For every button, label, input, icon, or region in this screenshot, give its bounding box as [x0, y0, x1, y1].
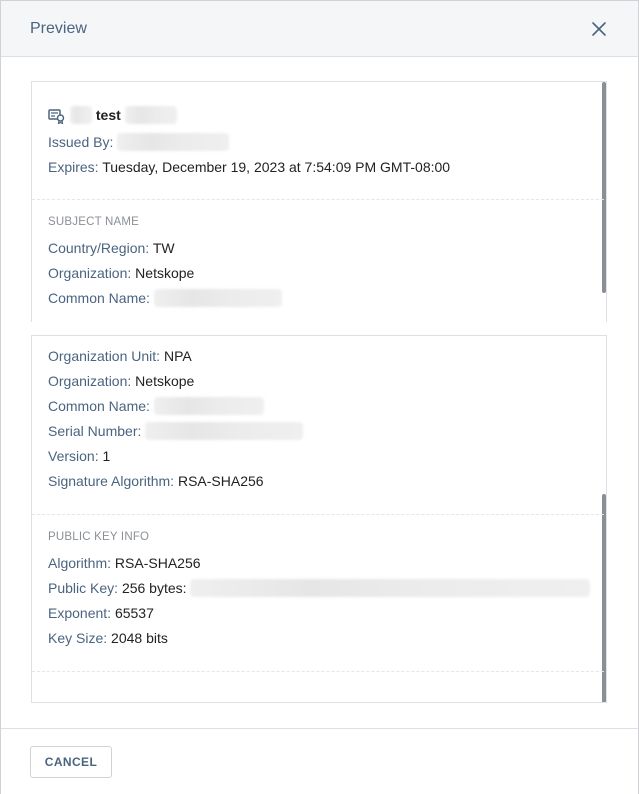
- key-size-label: Key Size:: [48, 630, 108, 646]
- organization-value: Netskope: [135, 265, 195, 281]
- issued-by-row: Issued By:: [48, 133, 230, 151]
- certificate-name-row: test: [70, 106, 177, 124]
- public-key-label: Public Key:: [48, 580, 119, 596]
- scrollbar[interactable]: [602, 336, 606, 702]
- algorithm-row: Algorithm: RSA-SHA256: [48, 554, 201, 572]
- common-name-label: Common Name:: [48, 398, 150, 414]
- public-key-row: Public Key: 256 bytes:: [48, 579, 591, 597]
- scrollbar[interactable]: [602, 82, 606, 322]
- common-name-row: Common Name:: [48, 289, 282, 307]
- issuer-common-name-row: Common Name:: [48, 397, 264, 415]
- close-icon[interactable]: [589, 19, 609, 39]
- org-unit-value: NPA: [163, 348, 192, 364]
- common-name-label: Common Name:: [48, 290, 150, 306]
- dialog-header: Preview: [1, 1, 638, 57]
- section-divider: [32, 514, 604, 515]
- certificate-summary-panel: test Issued By: Expires: Tuesday, Decemb…: [31, 81, 607, 322]
- organization-label: Organization:: [48, 373, 132, 389]
- expires-value: Tuesday, December 19, 2023 at 7:54:09 PM…: [102, 159, 451, 175]
- organization-label: Organization:: [48, 265, 132, 281]
- redacted-text: [190, 579, 591, 597]
- public-key-info-title: PUBLIC KEY INFO: [48, 531, 150, 543]
- key-size-row: Key Size: 2048 bits: [48, 629, 168, 647]
- public-key-value: 256 bytes:: [121, 580, 187, 596]
- version-row: Version: 1: [48, 447, 110, 465]
- redacted-text: [153, 289, 282, 307]
- organization-row: Organization: Netskope: [48, 264, 194, 282]
- org-unit-row: Organization Unit: NPA: [48, 347, 192, 365]
- exponent-label: Exponent:: [48, 605, 112, 621]
- redacted-text: [124, 106, 177, 124]
- exponent-row: Exponent: 65537: [48, 604, 154, 622]
- country-row: Country/Region: TW: [48, 239, 175, 257]
- section-divider: [32, 199, 604, 200]
- scrollbar-thumb[interactable]: [602, 82, 606, 293]
- exponent-value: 65537: [114, 605, 154, 621]
- version-value: 1: [102, 448, 111, 464]
- certificate-details-panel: Organization Unit: NPA Organization: Net…: [31, 335, 607, 703]
- signature-algorithm-value: RSA-SHA256: [177, 473, 264, 489]
- key-size-value: 2048 bits: [111, 630, 168, 646]
- redacted-text: [117, 133, 230, 151]
- signature-algorithm-row: Signature Algorithm: RSA-SHA256: [48, 472, 264, 490]
- certificate-name: test: [95, 107, 121, 123]
- certificate-icon: [48, 108, 66, 125]
- version-label: Version:: [48, 448, 99, 464]
- org-unit-label: Organization Unit:: [48, 348, 161, 364]
- issued-by-label: Issued By:: [48, 134, 114, 150]
- redacted-text: [70, 106, 92, 124]
- cancel-button[interactable]: CANCEL: [30, 746, 112, 778]
- organization-value: Netskope: [135, 373, 195, 389]
- subject-name-title: SUBJECT NAME: [48, 216, 140, 228]
- dialog-footer: CANCEL: [1, 728, 638, 794]
- signature-algorithm-label: Signature Algorithm:: [48, 473, 175, 489]
- algorithm-label: Algorithm:: [48, 555, 112, 571]
- issuer-organization-row: Organization: Netskope: [48, 372, 194, 390]
- country-label: Country/Region:: [48, 240, 150, 256]
- preview-dialog: Preview test Issued By: Expires: Tuesday…: [0, 0, 639, 794]
- country-value: TW: [152, 240, 175, 256]
- expires-row: Expires: Tuesday, December 19, 2023 at 7…: [48, 158, 450, 176]
- redacted-text: [145, 422, 304, 440]
- serial-number-row: Serial Number:: [48, 422, 304, 440]
- section-divider: [32, 671, 604, 672]
- serial-number-label: Serial Number:: [48, 423, 142, 439]
- algorithm-value: RSA-SHA256: [114, 555, 201, 571]
- redacted-text: [153, 397, 264, 415]
- dialog-title: Preview: [30, 20, 87, 37]
- expires-label: Expires:: [48, 159, 99, 175]
